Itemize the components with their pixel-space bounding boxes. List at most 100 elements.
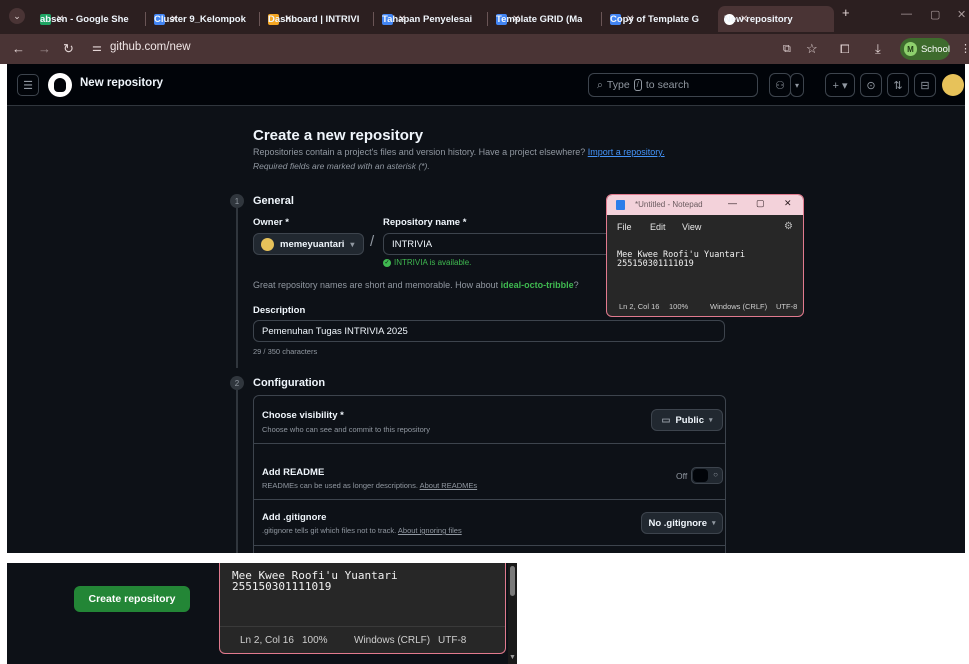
readme-desc-text: READMEs can be used as longer descriptio… [262, 481, 418, 490]
site-info-icon[interactable]: ⚌ [92, 41, 102, 54]
status-line-ending: Windows (CRLF) [710, 302, 768, 311]
window-close-icon[interactable]: ✕ [957, 8, 966, 21]
visibility-description: Choose who can see and commit to this re… [262, 425, 430, 434]
cast-icon[interactable]: ⧉ [783, 40, 791, 58]
about-ignoring-files-link[interactable]: About ignoring files [398, 526, 462, 535]
copilot-icon[interactable]: ⚇ [769, 73, 791, 97]
search-suffix: to search [645, 79, 690, 91]
gitignore-title: Add .gitignore [262, 512, 327, 523]
extensions-icon[interactable]: ⧠ [840, 40, 850, 58]
pull-requests-icon[interactable]: ⇅ [887, 73, 909, 97]
repo-name-input[interactable]: INTRIVIA [383, 233, 613, 255]
menu-kebab-icon[interactable]: ⋮ [960, 40, 969, 58]
profile-label: School [920, 43, 950, 55]
owner-label: Owner * [253, 217, 289, 228]
tab-label: Template GRID (Ma [496, 13, 583, 25]
toggle-knob [693, 469, 708, 482]
gitignore-row: Add .gitignore .gitignore tells git whic… [254, 500, 725, 546]
chevron-down-icon: ▾ [708, 417, 713, 424]
owner-avatar [261, 237, 274, 251]
tab-tahapan[interactable]: Tahapan Penyelesai ✕ [376, 6, 484, 32]
zoomed-status-zoom: 100% [302, 635, 328, 646]
page-subtitle: Repositories contain a project's files a… [253, 147, 665, 157]
menu-view[interactable]: View [682, 222, 701, 232]
forward-icon[interactable]: → [38, 40, 51, 58]
issues-icon[interactable]: ⊙ [860, 73, 882, 97]
repo-icon: ▭ [661, 414, 671, 426]
status-position: Ln 2, Col 16 [619, 302, 660, 311]
tab-label: Cluster 9_Kelompok [154, 13, 246, 25]
tab-cluster[interactable]: Cluster 9_Kelompok ✕ [148, 6, 256, 32]
copilot-menu-chevron-icon[interactable]: ▾ [790, 73, 804, 97]
tab-copy-template[interactable]: Copy of Template G ✕ [604, 6, 712, 32]
inbox-icon[interactable]: ⊟ [914, 73, 936, 97]
scrollbar-thumb[interactable] [510, 566, 515, 596]
tab-search-icon[interactable]: ⌄ [9, 8, 25, 24]
configuration-panel: Choose visibility * Choose who can see a… [253, 395, 726, 553]
scroll-down-arrow-icon[interactable]: ▼ [509, 654, 516, 661]
tab-absen[interactable]: absen - Google She ✕ [34, 6, 142, 32]
name-suggestion: Great repository names are short and mem… [253, 280, 579, 290]
suggested-name-link[interactable]: ideal-octo-tribble [501, 280, 574, 290]
readme-title: Add README [262, 467, 325, 478]
tab-new-repository[interactable]: New repository ✕ [718, 6, 834, 32]
github-logo-icon[interactable] [48, 73, 72, 97]
notepad-text-area[interactable]: Mee Kwee Roofi'u Yuantari 25515030111101… [617, 251, 745, 269]
zoomed-status-encoding: UTF-8 [438, 635, 467, 646]
notepad-icon [616, 200, 625, 210]
reload-icon[interactable]: ↻ [63, 40, 74, 58]
profile-avatar: M [904, 42, 917, 56]
step-2-badge: 2 [230, 376, 244, 390]
notepad-titlebar[interactable]: *Untitled - Notepad — ▢ ✕ [607, 195, 803, 215]
new-tab-icon[interactable]: + [842, 5, 850, 20]
download-icon[interactable]: ⤓ [875, 40, 881, 58]
tab-template-grid[interactable]: Template GRID (Ma ✕ [490, 6, 598, 32]
tab-label: Dashboard | INTRIVI [268, 13, 360, 25]
owner-select[interactable]: memeyuantari ▾ [253, 233, 364, 255]
create-new-icon[interactable]: + ▾ [825, 73, 855, 97]
menu-file[interactable]: File [617, 222, 632, 232]
bookmark-star-icon[interactable]: ☆ [806, 40, 818, 58]
settings-gear-icon[interactable]: ⚙ [784, 221, 793, 232]
import-repository-link[interactable]: Import a repository. [588, 147, 665, 157]
tab-dashboard[interactable]: Dashboard | INTRIVI ✕ [262, 6, 370, 32]
header-title: New repository [80, 77, 164, 89]
description-input[interactable]: Pemenuhan Tugas INTRIVIA 2025 [253, 320, 725, 342]
back-icon[interactable]: ← [12, 40, 25, 58]
create-repository-button[interactable]: Create repository [74, 586, 190, 612]
minimize-icon[interactable]: — [728, 198, 737, 208]
page-title: Create a new repository [253, 127, 424, 144]
status-zoom: 100% [669, 302, 689, 311]
profile-button[interactable]: M School [900, 38, 950, 60]
search-input[interactable]: ⌕ Type / to search [588, 73, 758, 97]
gitignore-desc-text: .gitignore tells git which files not to … [262, 526, 397, 535]
minimize-icon[interactable]: — [901, 8, 912, 20]
user-avatar[interactable] [942, 74, 964, 96]
gitignore-select[interactable]: No .gitignore ▾ [641, 512, 723, 534]
section-configuration-title: Configuration [253, 377, 326, 389]
github-header: ☰ New repository ⌕ Type / to search ⚇ ▾ … [7, 64, 965, 106]
address-bar[interactable]: github.com/new [110, 41, 191, 53]
notepad-title: *Untitled - Notepad [635, 200, 703, 209]
notepad-zoomed-text[interactable]: Mee Kwee Roofi'u Yuantari 25515030111101… [232, 570, 398, 592]
visibility-title: Choose visibility * [262, 410, 344, 421]
chevron-down-icon: ▾ [712, 520, 716, 527]
availability-text: INTRIVIA is available. [394, 258, 472, 267]
about-readmes-link[interactable]: About READMEs [420, 481, 478, 490]
close-icon[interactable]: ✕ [784, 198, 792, 209]
github-main: Create a new repository Repositories con… [7, 106, 965, 553]
maximize-icon[interactable]: ▢ [930, 8, 940, 21]
description-label: Description [253, 305, 306, 316]
search-prefix: Type [606, 79, 630, 91]
tab-divider [601, 12, 602, 26]
menu-edit[interactable]: Edit [650, 222, 666, 232]
owner-repo-separator: / [370, 233, 375, 250]
hamburger-menu-icon[interactable]: ☰ [17, 74, 39, 96]
maximize-icon[interactable]: ▢ [756, 198, 765, 209]
subtitle-text: Repositories contain a project's files a… [253, 147, 586, 157]
visibility-value: Public [675, 414, 704, 426]
status-encoding: UTF-8 [776, 302, 798, 311]
visibility-select[interactable]: ▭ Public ▾ [651, 409, 723, 431]
tab-label: Tahapan Penyelesai [382, 13, 473, 25]
readme-toggle[interactable]: ○ [691, 467, 723, 484]
